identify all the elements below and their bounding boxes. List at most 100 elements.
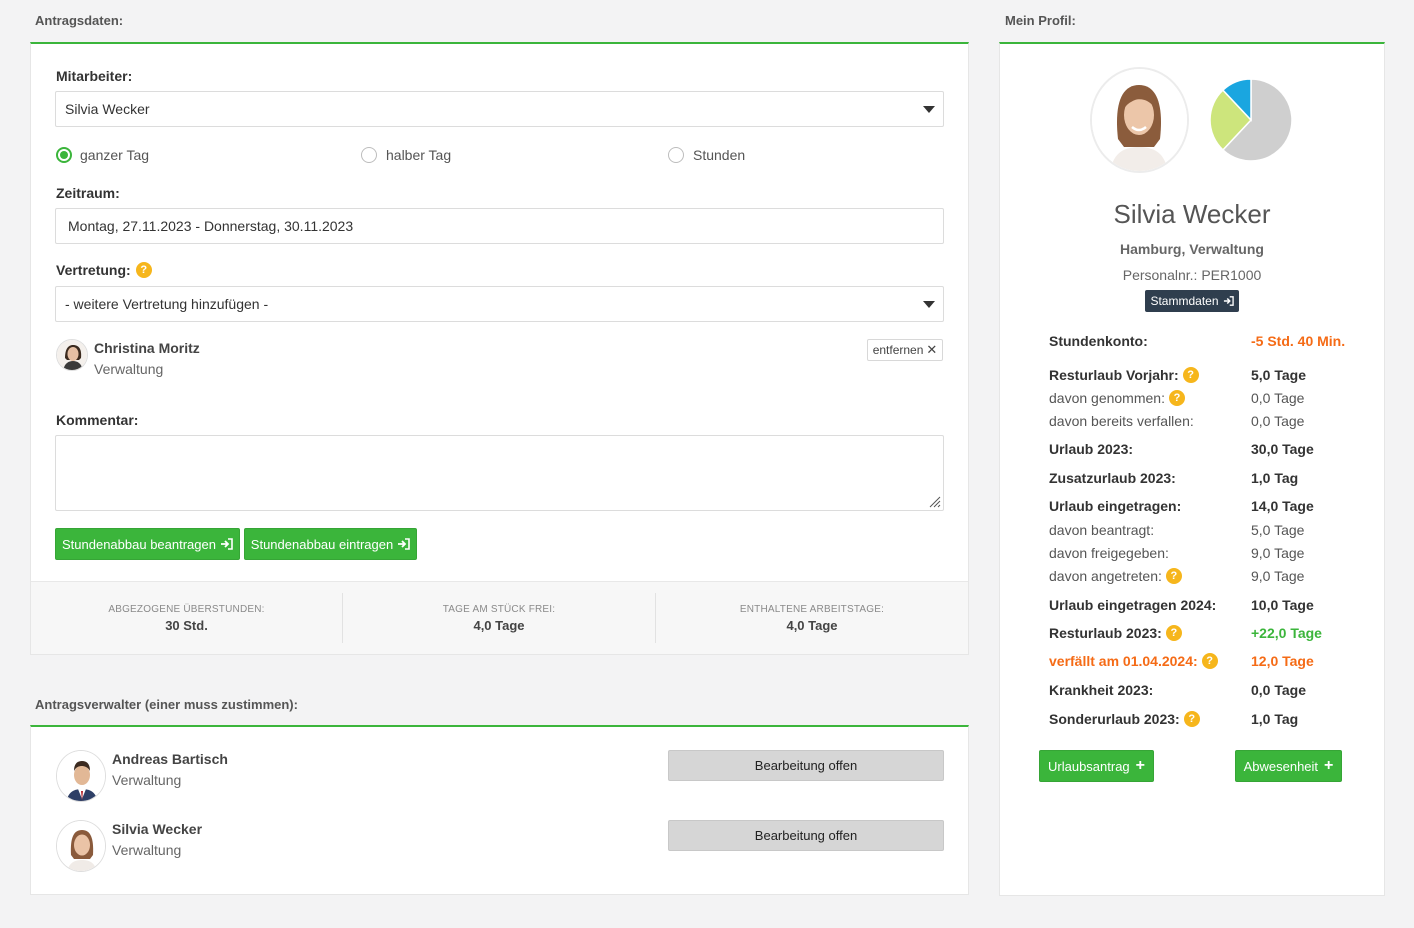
balance-row-label: Urlaub eingetragen: (1049, 498, 1182, 514)
balance-row-label: Urlaub eingetragen 2024: (1049, 597, 1217, 613)
stat-label: ENTHALTENE ARBEITSTAGE: (739, 604, 885, 615)
balance-row-label: Resturlaub 2023:? (1049, 625, 1182, 641)
approver-department: Verwaltung (112, 772, 182, 788)
sign-in-icon (1223, 296, 1234, 306)
question-icon[interactable]: ? (1183, 711, 1200, 727)
balance-row-label: verfällt am 01.04.2024:? (1049, 653, 1218, 669)
stat-days-off-in-row: TAGE AM STÜCK FREI: 4,0 Tage (343, 604, 655, 633)
question-icon[interactable]: ? (1201, 653, 1218, 669)
section-title-profile: Mein Profil: (1005, 13, 1076, 28)
balance-row-label: Krankheit 2023: (1049, 682, 1154, 698)
approver-name: Silvia Wecker (112, 821, 203, 837)
plus-icon: + (1324, 757, 1334, 774)
balance-row-value: 30,0 Tage (1251, 441, 1314, 457)
caret-down-icon (923, 301, 935, 308)
vacation-request-button[interactable]: Urlaubsantrag + (1039, 750, 1154, 782)
comment-label: Kommentar: (56, 412, 139, 428)
radio-button[interactable] (668, 147, 684, 163)
avatar (56, 750, 106, 802)
enter-reduction-button[interactable]: Stundenabbau eintragen (244, 528, 417, 560)
profile-location: Hamburg, Verwaltung (1120, 241, 1264, 257)
substitute-department: Verwaltung (94, 361, 164, 377)
balance-row-label: davon bereits verfallen: (1049, 413, 1194, 429)
question-icon[interactable]: ? (1165, 625, 1182, 641)
balance-row-value: 9,0 Tage (1251, 568, 1305, 584)
close-icon: ✕ (926, 342, 938, 357)
vacation-request-label: Urlaubsantrag (1048, 758, 1130, 774)
balance-row-value: 9,0 Tage (1251, 545, 1305, 561)
request-reduction-button[interactable]: Stundenabbau beantragen (55, 528, 240, 560)
question-icon[interactable]: ? (135, 262, 152, 278)
balance-row-label: davon beantragt: (1049, 522, 1155, 538)
period-input[interactable]: Montag, 27.11.2023 - Donnerstag, 30.11.2… (55, 208, 944, 244)
plus-icon: + (1135, 757, 1145, 774)
radio-button-selected[interactable] (56, 147, 72, 163)
balance-row-label-text: Resturlaub Vorjahr: (1049, 367, 1179, 383)
balance-row-value: 10,0 Tage (1251, 597, 1314, 613)
balance-row-value: 0,0 Tage (1251, 390, 1305, 406)
approver-status-button[interactable]: Bearbeitung offen (668, 750, 944, 781)
stat-label: TAGE AM STÜCK FREI: (442, 604, 556, 615)
radio-button[interactable] (361, 147, 377, 163)
balance-row-value: 5,0 Tage (1251, 522, 1305, 538)
balance-row-label: Urlaub 2023: (1049, 441, 1134, 457)
balance-row-label: davon freigegeben: (1049, 545, 1169, 561)
balance-row-label: Resturlaub Vorjahr:? (1049, 367, 1199, 383)
balance-row-label: Zusatzurlaub 2023: (1049, 470, 1176, 486)
profile-name: Silvia Wecker (1113, 199, 1271, 229)
period-label: Zeitraum: (56, 185, 120, 201)
substitute-name: Christina Moritz (94, 340, 200, 356)
question-icon[interactable]: ? (1168, 390, 1185, 406)
balance-row-label-text: davon angetreten: (1049, 568, 1162, 584)
balance-row-value: 14,0 Tage (1251, 498, 1314, 514)
master-data-label: Stammdaten (1150, 294, 1219, 308)
stat-label: ABGEZOGENE ÜBERSTUNDEN: (108, 604, 265, 615)
balance-row-value: 0,0 Tage (1251, 682, 1306, 698)
vacation-pie-chart (1209, 78, 1293, 162)
balance-row-value: 1,0 Tag (1251, 470, 1299, 486)
person-photo-icon (57, 821, 105, 871)
employee-select-value: Silvia Wecker (65, 101, 150, 117)
approver-status-button[interactable]: Bearbeitung offen (668, 820, 944, 851)
radio-hours-label: Stunden (693, 147, 746, 163)
approver-department: Verwaltung (112, 842, 182, 858)
absence-button[interactable]: Abwesenheit + (1235, 750, 1342, 782)
request-reduction-label: Stundenabbau beantragen (62, 536, 216, 552)
substitute-label-row: Vertretung: ? (56, 262, 152, 278)
profile-personnel-number: Personalnr.: PER1000 (1122, 267, 1262, 283)
radio-hours[interactable]: Stunden (668, 147, 745, 163)
balance-row-label-text: Sonderurlaub 2023: (1049, 711, 1180, 727)
employee-label: Mitarbeiter: (56, 68, 133, 84)
radio-full-day[interactable]: ganzer Tag (56, 147, 149, 163)
stat-value: 4,0 Tage (473, 618, 525, 633)
balance-row-label: davon angetreten:? (1049, 568, 1182, 584)
balance-row-label: Stundenkonto: (1049, 333, 1148, 349)
comment-textarea[interactable] (55, 435, 944, 511)
balance-row-label-text: davon genommen: (1049, 390, 1165, 406)
radio-full-day-label: ganzer Tag (80, 147, 150, 163)
section-title-approvers: Antragsverwalter (einer muss zustimmen): (35, 697, 298, 712)
section-title-application: Antragsdaten: (35, 13, 124, 28)
stat-deducted-overtime: ABGEZOGENE ÜBERSTUNDEN: 30 Std. (31, 604, 342, 633)
balance-row-value: 5,0 Tage (1251, 367, 1306, 383)
balance-row-value: -5 Std. 40 Min. (1251, 333, 1346, 349)
balance-row-label-text: Resturlaub 2023: (1049, 625, 1162, 641)
sign-in-icon (398, 538, 411, 550)
master-data-button[interactable]: Stammdaten (1145, 290, 1239, 312)
substitute-select[interactable]: - weitere Vertretung hinzufügen - (55, 286, 944, 322)
remove-substitute-button[interactable]: entfernen ✕ (867, 339, 943, 361)
balance-row-label: Sonderurlaub 2023:? (1049, 711, 1200, 727)
profile-avatar (1090, 67, 1189, 173)
sign-in-icon (220, 538, 233, 550)
radio-half-day[interactable]: halber Tag (361, 147, 451, 163)
substitute-select-value: - weitere Vertretung hinzufügen - (65, 296, 269, 312)
question-icon[interactable]: ? (1182, 367, 1199, 383)
balance-row-value: +22,0 Tage (1251, 625, 1322, 641)
question-icon[interactable]: ? (1165, 568, 1182, 584)
balance-row-value: 0,0 Tage (1251, 413, 1305, 429)
avatar (56, 339, 88, 371)
balance-row-label-text: verfällt am 01.04.2024: (1049, 653, 1198, 669)
resize-handle-icon[interactable] (929, 496, 941, 508)
employee-select[interactable]: Silvia Wecker (55, 91, 944, 127)
avatar (56, 820, 106, 872)
